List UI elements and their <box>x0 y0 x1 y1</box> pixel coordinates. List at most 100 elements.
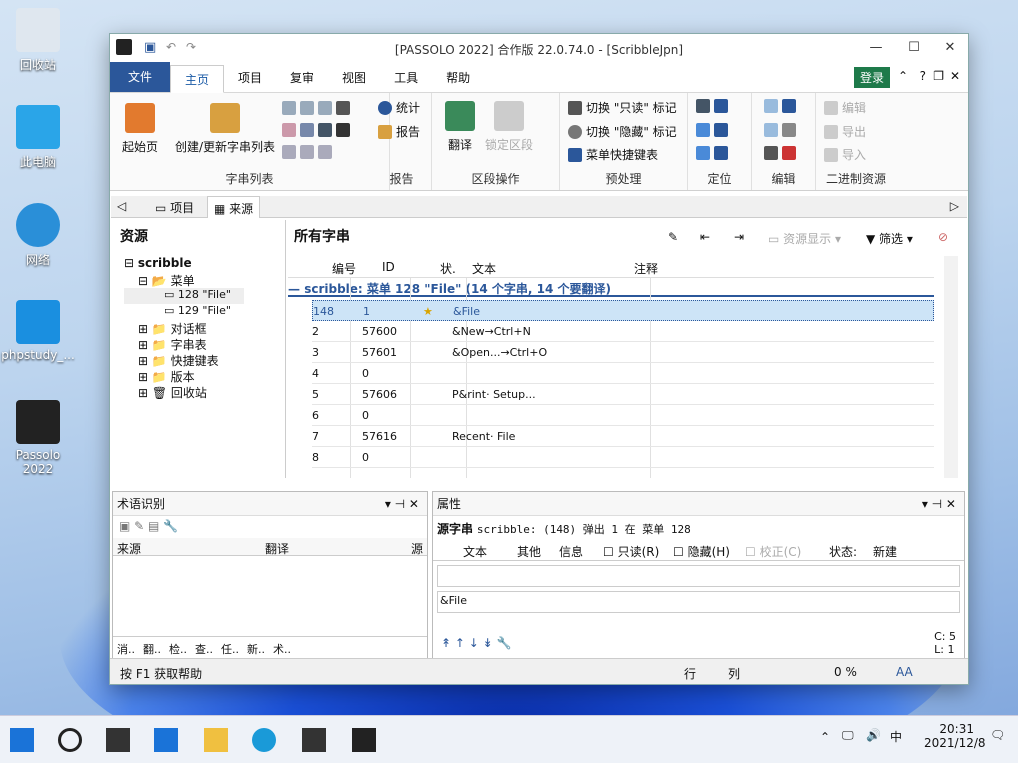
edit-tools-row1[interactable] <box>764 99 796 113</box>
stringlist-tools-row2[interactable] <box>282 123 350 137</box>
source-text-box[interactable] <box>437 565 960 587</box>
toolbar-icon-2[interactable]: ⇤ <box>700 230 710 244</box>
tab-project[interactable]: 项目 <box>224 64 276 92</box>
table-row[interactable]: 148 1 ★ &File <box>312 300 934 321</box>
table-row[interactable]: 7 57616 Recent· File <box>312 426 934 447</box>
tab-other[interactable]: 其他 <box>517 543 541 560</box>
edit-tools-row3[interactable] <box>764 146 796 160</box>
tab-review[interactable]: 复审 <box>276 64 328 92</box>
desktop-recycle-bin[interactable]: 回收站 <box>0 8 76 73</box>
binary-edit-button[interactable]: 编辑 <box>824 99 866 116</box>
doc-tab-project[interactable]: ▭ 项目 <box>155 199 194 216</box>
lock-section-button[interactable]: 锁定区段 <box>482 101 536 153</box>
locate-tools-row1[interactable] <box>696 99 728 113</box>
toggle-hidden-button[interactable]: 切换 "隐藏" 标记 <box>568 123 677 140</box>
hidden-checkbox[interactable]: ☐ 隐藏(H) <box>673 543 730 560</box>
toggle-readonly-button[interactable]: 切换 "只读" 标记 <box>568 99 677 116</box>
locate-tools-row2[interactable] <box>696 123 728 137</box>
toolbar-icon-3[interactable]: ⇥ <box>734 230 744 244</box>
locate-tools-row3[interactable] <box>696 146 728 160</box>
vertical-scrollbar[interactable] <box>944 256 958 478</box>
clear-filter-icon[interactable]: ⊘ <box>938 230 948 244</box>
col-number[interactable]: 编号 <box>332 260 356 277</box>
props-panel-controls[interactable]: ▾ ⊣ ✕ <box>922 492 956 516</box>
restore-icon[interactable]: ❐ <box>933 69 944 83</box>
toolbar-icon-1[interactable]: ✎ <box>668 230 678 244</box>
tab-home[interactable]: 主页 <box>170 65 225 93</box>
table-row[interactable]: 3 57601 &Open...→Ctrl+O <box>312 342 934 363</box>
file-explorer-icon[interactable] <box>204 728 228 752</box>
verify-checkbox[interactable]: ☐ 校正(C) <box>745 543 801 560</box>
doc-tab-source[interactable]: ▦ 来源 <box>207 196 261 218</box>
desktop-passolo[interactable]: Passolo 2022 <box>0 400 76 476</box>
passolo-taskbar-icon[interactable] <box>352 728 376 752</box>
group-row[interactable]: — scribble: 菜单 128 "File" (14 个字串, 14 个要… <box>288 280 934 297</box>
chevron-up-icon[interactable]: ⌃ <box>820 730 830 744</box>
col-text[interactable]: 文本 <box>472 260 496 277</box>
minimize-button[interactable]: — <box>858 34 894 62</box>
tree-item-stringtable[interactable]: ⊞ 📁 字串表 <box>124 336 285 352</box>
clock[interactable]: 20:31 2021/12/8 <box>924 722 986 750</box>
tab-view[interactable]: 视图 <box>328 64 380 92</box>
stringlist-tools-row3[interactable] <box>282 145 332 159</box>
login-button[interactable]: 登录 <box>853 67 890 88</box>
network-tray-icon[interactable]: 🖵 <box>842 728 854 743</box>
tree-item-recycle[interactable]: ⊞ 🗑 回收站 <box>124 384 285 400</box>
table-row[interactable]: 5 57606 P&rint· Setup... <box>312 384 934 405</box>
translate-button[interactable]: 翻译 <box>440 101 480 153</box>
tree-item-scribble[interactable]: ⊟ scribble <box>124 256 285 272</box>
tab-tools[interactable]: 工具 <box>380 64 432 92</box>
table-row[interactable]: 40 <box>312 363 934 384</box>
create-update-button[interactable]: 创建/更新字串列表 <box>170 103 280 155</box>
tree-item-menu[interactable]: ⊟ 📂 菜单 <box>124 272 285 288</box>
maximize-button[interactable]: ☐ <box>896 34 932 62</box>
scroll-left-icon[interactable]: ◁ <box>117 199 126 213</box>
tree-item-accelerator[interactable]: ⊞ 📁 快捷键表 <box>124 352 285 368</box>
report-button[interactable]: 报告 <box>378 123 420 140</box>
term-bottom-tabs[interactable]: 消.. 翻.. 检.. 查.. 任.. 新.. 术.. <box>113 636 427 658</box>
desktop-this-pc[interactable]: 此电脑 <box>0 105 76 170</box>
search-icon[interactable] <box>58 728 82 752</box>
table-row[interactable]: 60 <box>312 405 934 426</box>
tab-text[interactable]: 文本 <box>463 543 487 560</box>
tree-item-dialog[interactable]: ⊞ 📁 对话框 <box>124 320 285 336</box>
stringlist-tools-row1[interactable] <box>282 101 350 115</box>
col-comment[interactable]: 注释 <box>634 260 658 277</box>
term-panel-controls[interactable]: ▾ ⊣ ✕ <box>385 492 419 516</box>
target-text-box[interactable]: &File <box>437 591 960 613</box>
desktop-phpstudy[interactable]: phpstudy_... <box>0 300 76 362</box>
tab-info[interactable]: 信息 <box>559 543 583 560</box>
stats-button[interactable]: 统计 <box>378 99 420 116</box>
table-row[interactable]: 2 57600 &New→Ctrl+N <box>312 321 934 342</box>
tree-item-129[interactable]: ▭ 129 "File" <box>124 304 285 320</box>
binary-export-button[interactable]: 导出 <box>824 123 866 140</box>
col-id[interactable]: ID <box>382 260 395 274</box>
tab-file[interactable]: 文件 <box>110 62 170 92</box>
term-toolbar[interactable]: ▣ ✎ ▤ 🔧 <box>113 516 427 538</box>
volume-icon[interactable]: 🔊 <box>866 728 881 742</box>
binary-import-button[interactable]: 导入 <box>824 146 866 163</box>
store-icon[interactable] <box>302 728 326 752</box>
ime-indicator[interactable]: 中 <box>890 728 902 745</box>
scroll-right-icon[interactable]: ▷ <box>950 199 959 213</box>
notification-icon[interactable]: 🗨 <box>990 728 1005 742</box>
task-view-icon[interactable] <box>106 728 130 752</box>
widgets-icon[interactable] <box>154 728 178 752</box>
tree-item-version[interactable]: ⊞ 📁 版本 <box>124 368 285 384</box>
tree-item-128[interactable]: ▭ 128 "File" <box>124 288 244 304</box>
tab-help[interactable]: 帮助 <box>432 64 484 92</box>
menu-shortcut-button[interactable]: 菜单快捷键表 <box>568 146 658 163</box>
col-status[interactable]: 状. <box>440 260 456 277</box>
doc-close-icon[interactable]: ✕ <box>950 69 960 83</box>
help-icon[interactable]: ? <box>920 69 926 83</box>
table-row[interactable]: 80 <box>312 447 934 468</box>
nav-arrows[interactable]: ↟ ↑ ↓ ↡ 🔧 <box>441 636 511 650</box>
close-button[interactable]: ✕ <box>932 34 968 62</box>
resource-view-button[interactable]: ▭ 资源显示 ▾ <box>768 230 841 247</box>
collapse-ribbon-icon[interactable]: ⌃ <box>898 69 908 83</box>
home-page-button[interactable]: 起始页 <box>116 103 164 155</box>
start-icon[interactable] <box>10 728 34 752</box>
edit-tools-row2[interactable] <box>764 123 796 137</box>
readonly-checkbox[interactable]: ☐ 只读(R) <box>603 543 659 560</box>
filter-button[interactable]: ▼ 筛选 ▾ <box>866 230 913 247</box>
